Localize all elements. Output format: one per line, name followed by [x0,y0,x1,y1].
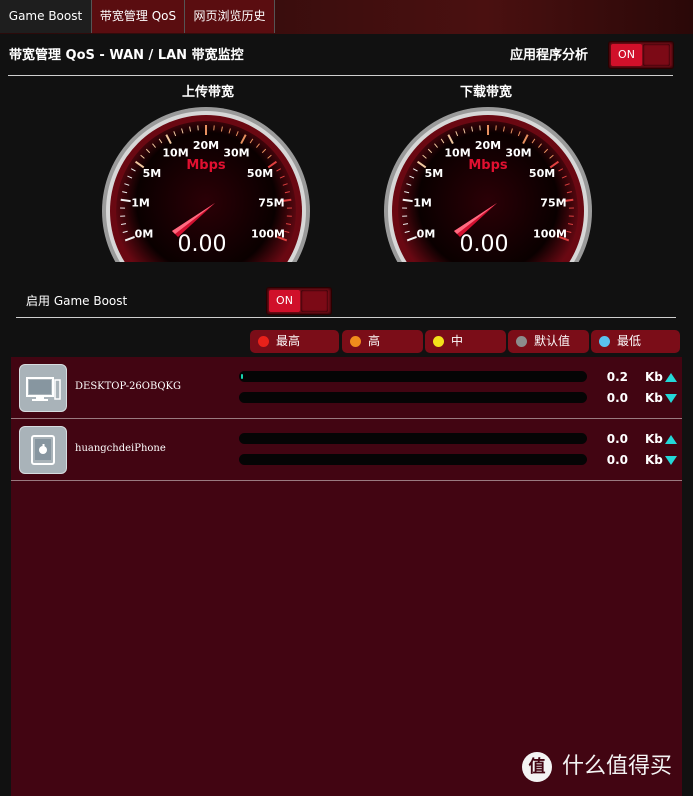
gauge-tick-label: 30M [505,146,531,159]
divider [16,317,676,318]
gauge-value: 0.00 [178,232,227,257]
download-value: 0.0 [606,391,628,405]
tab-bar: Game Boost 带宽管理 QoS 网页浏览历史 [0,0,693,34]
download-arrow-icon [665,456,677,465]
gauge-unit: Mbps [186,158,226,173]
gauge-tick-label: 5M [425,167,444,180]
gauge-tick-label: 20M [193,139,219,152]
app-analysis-toggle[interactable]: ON [608,41,674,69]
upload-arrow-icon [665,373,677,382]
toggle-knob [301,290,328,312]
download-gauge-title: 下载带宽 [459,85,512,100]
gauge-tick-label: 5M [143,167,162,180]
download-arrow-icon [665,394,677,403]
gauge-tick-label: 20M [475,139,501,152]
gauge-tick [402,198,413,203]
gauge-tick-label: 50M [247,167,273,180]
priority-dot-icon [258,336,269,347]
priority-label: 高 [368,334,381,348]
apple-device-icon[interactable] [19,426,67,474]
priority-highest[interactable]: 最高 [250,330,339,353]
upload-value: 0.0 [606,432,628,446]
page-title: 带宽管理 QoS - WAN / LAN 带宽监控 [9,48,244,63]
gauge-tick-label: 75M [540,196,566,209]
download-value: 0.0 [606,453,628,467]
gauge-tick-label: 10M [444,146,470,159]
priority-label: 默认值 [534,334,571,348]
upload-bar-fill [241,374,243,379]
gauge-tick-label: 1M [413,196,432,209]
divider [8,75,673,76]
download-bar [239,392,587,403]
toggle-knob [643,44,670,66]
watermark-logo-icon: 值 [522,752,552,782]
priority-medium[interactable]: 中 [425,330,506,353]
upload-arrow-icon [665,435,677,444]
tab-qos[interactable]: 带宽管理 QoS [92,0,185,33]
game-boost-toggle[interactable]: ON [266,287,332,315]
watermark-text: 什么值得买 [562,754,673,779]
gauge-tick-label: 30M [223,146,249,159]
download-speed-gauge: 0M 1M 5M10M 20M 30M 50M 75M 100M Mbps 0.00 [384,107,592,262]
gauge-tick [120,198,131,203]
download-unit: Kb [645,453,663,467]
list-item[interactable]: DESKTOP-26OBQKG 0.2 Kb 0.0 Kb [11,357,682,419]
device-name[interactable]: DESKTOP-26OBQKG [75,381,181,392]
priority-label: 最高 [276,334,301,348]
toggle-on-label: ON [269,290,300,312]
gauge-tick-label: 10M [162,146,188,159]
priority-dot-icon [599,336,610,347]
gauge-tick-label: 100M [251,228,285,241]
tab-web-history[interactable]: 网页浏览历史 [185,0,275,33]
app-analysis-label: 应用程序分析 [510,48,589,63]
gauge-tick-label: 0M [417,228,436,241]
priority-dot-icon [516,336,527,347]
gauge-tick-label: 100M [533,228,567,241]
upload-speed-gauge: 0M 1M 5M10M 20M 30M 50M 75M 100M Mbps 0.00 [102,107,310,262]
list-item[interactable]: huangchdeiPhone 0.0 Kb 0.0 Kb [11,419,682,481]
priority-label: 最低 [617,334,642,348]
device-list: DESKTOP-26OBQKG 0.2 Kb 0.0 Kb huangchdei… [11,357,682,796]
priority-high[interactable]: 高 [342,330,423,353]
upload-bar [239,433,587,444]
gauge-tick-label: 1M [131,196,150,209]
priority-label: 中 [451,334,464,348]
download-bar [239,454,587,465]
desktop-computer-icon[interactable] [19,364,67,412]
gauge-tick-label: 0M [135,228,154,241]
gauge-tick-label: 75M [258,196,284,209]
priority-default[interactable]: 默认值 [508,330,589,353]
upload-value: 0.2 [606,370,628,384]
priority-dot-icon [433,336,444,347]
upload-bar [239,371,587,382]
gauge-tick-label: 50M [529,167,555,180]
upload-unit: Kb [645,370,663,384]
priority-dot-icon [350,336,361,347]
game-boost-label: 启用 Game Boost [26,294,128,308]
gauge-unit: Mbps [468,158,508,173]
upload-gauge-title: 上传带宽 [181,85,234,100]
device-name[interactable]: huangchdeiPhone [75,443,166,454]
toggle-on-label: ON [611,44,642,66]
upload-unit: Kb [645,432,663,446]
gauge-value: 0.00 [460,232,509,257]
tab-game-boost[interactable]: Game Boost [0,0,92,33]
priority-lowest[interactable]: 最低 [591,330,680,353]
download-unit: Kb [645,391,663,405]
